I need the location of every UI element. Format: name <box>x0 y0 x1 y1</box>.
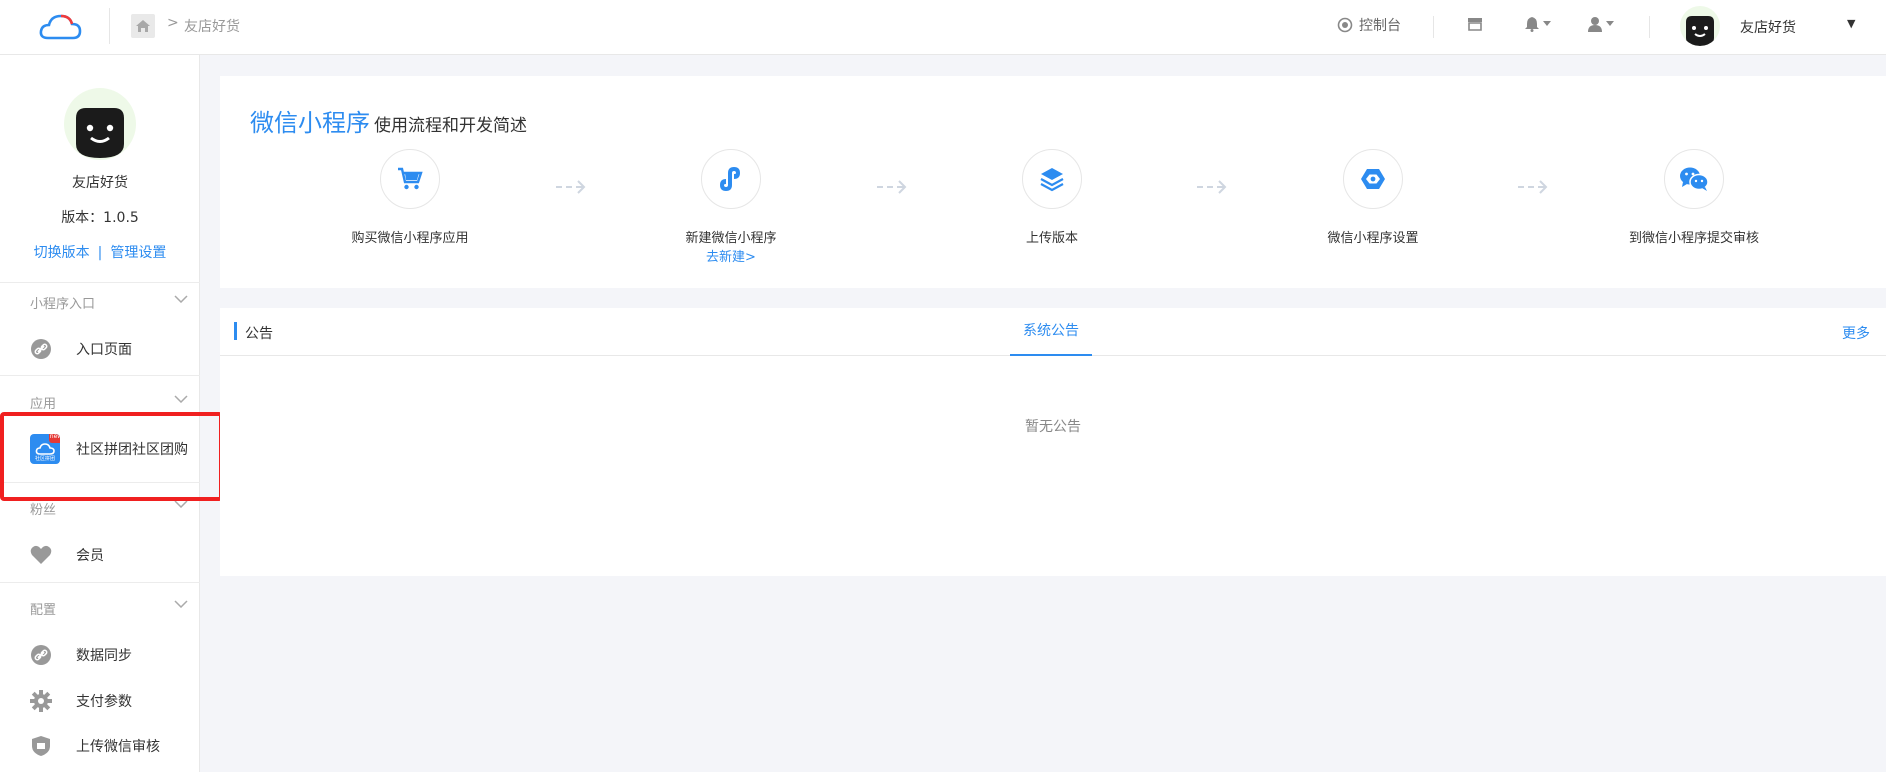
caret-down-icon[interactable]: ▼ <box>1847 17 1855 30</box>
app-title: 友店好货 <box>72 175 128 191</box>
more-link[interactable]: 更多 <box>1842 323 1870 343</box>
sidebar-item-label: 入口页面 <box>76 342 132 358</box>
arrow-right-icon <box>1518 180 1548 194</box>
target-icon <box>1337 17 1353 33</box>
sidebar-item-entry-page[interactable]: 入口页面 <box>30 335 132 363</box>
heart-icon <box>30 544 52 566</box>
section-fans[interactable]: 粉丝 <box>30 499 56 518</box>
step-create[interactable]: 新建微信小程序 去新建> <box>631 149 831 265</box>
notice-title: 公告 <box>245 326 273 342</box>
intro-title-main: 微信小程序 <box>250 109 370 137</box>
section-config[interactable]: 配置 <box>30 599 56 618</box>
settings-hex-icon <box>1361 169 1385 189</box>
notification-button[interactable] <box>1524 16 1551 32</box>
chevron-down-icon[interactable] <box>174 500 188 508</box>
sidebar-item-label: 支付参数 <box>76 694 132 710</box>
store-button[interactable] <box>1467 16 1483 32</box>
section-apps[interactable]: 应用 <box>30 393 56 412</box>
console-label: 控制台 <box>1359 18 1401 34</box>
sidebar-item-data-sync[interactable]: 数据同步 <box>30 641 132 669</box>
step-label: 新建微信小程序 <box>685 231 777 246</box>
layers-icon <box>1040 168 1064 192</box>
step-label: 购买微信小程序应用 <box>351 231 469 246</box>
cloud-logo-icon[interactable] <box>38 10 84 44</box>
console-link[interactable]: 控制台 <box>1337 15 1401 35</box>
user-menu-button[interactable] <box>1587 16 1614 32</box>
notice-header: 公告 系统公告 更多 <box>220 308 1886 356</box>
step-label: 上传版本 <box>1025 231 1078 246</box>
link-icon <box>30 338 52 360</box>
sidebar-item-upload-wechat-review[interactable]: 上传微信审核 <box>30 732 160 760</box>
avatar[interactable] <box>1680 6 1720 46</box>
intro-title-sub: 使用流程和开发简述 <box>374 116 527 136</box>
highlight-box <box>0 412 223 501</box>
link-icon <box>30 644 52 666</box>
step-upload[interactable]: 上传版本 <box>952 149 1152 246</box>
divider <box>0 282 200 283</box>
link-separator: | <box>97 245 103 261</box>
intro-title: 微信小程序 使用流程和开发简述 <box>250 103 527 138</box>
divider <box>1433 16 1434 38</box>
top-bar: > 友店好货 控制台 友店好货 ▼ <box>0 0 1886 55</box>
divider <box>0 375 200 376</box>
sidebar-item-label: 会员 <box>76 548 104 564</box>
caret-down-icon <box>1543 21 1551 26</box>
chevron-down-icon[interactable] <box>174 395 188 403</box>
miniprogram-icon <box>720 167 740 191</box>
step-submit-review[interactable]: 到微信小程序提交审核 <box>1594 149 1794 246</box>
sidebar-links: 切换版本 | 管理设置 <box>0 242 200 262</box>
user-name[interactable]: 友店好货 <box>1740 17 1796 37</box>
breadcrumb-current[interactable]: 友店好货 <box>184 16 240 36</box>
notice-card: 公告 系统公告 更多 暂无公告 <box>220 308 1886 576</box>
shield-icon <box>30 735 52 757</box>
sidebar-item-label: 数据同步 <box>76 648 132 664</box>
caret-down-icon <box>1606 21 1614 26</box>
arrow-right-icon <box>556 180 586 194</box>
chevron-down-icon[interactable] <box>174 295 188 303</box>
section-miniprogram-entry[interactable]: 小程序入口 <box>30 293 95 312</box>
avatar-face-icon <box>76 108 124 158</box>
cart-icon <box>398 167 423 190</box>
user-icon <box>1588 17 1602 32</box>
step-label: 微信小程序设置 <box>1327 231 1419 246</box>
tab-system-notice[interactable]: 系统公告 <box>1010 308 1092 356</box>
intro-card: 微信小程序 使用流程和开发简述 购买微信小程序应用 新建微信小程序 去新建> 上… <box>220 76 1886 288</box>
arrow-right-icon <box>877 180 907 194</box>
sidebar-item-members[interactable]: 会员 <box>30 541 104 569</box>
gear-icon <box>30 690 52 712</box>
sidebar-item-label: 上传微信审核 <box>76 739 160 755</box>
divider <box>1649 16 1650 38</box>
chevron-right-icon: > <box>167 15 179 31</box>
create-new-link[interactable]: 去新建> <box>631 246 831 265</box>
step-settings[interactable]: 微信小程序设置 <box>1273 149 1473 246</box>
bell-icon <box>1525 17 1539 32</box>
notice-accent-bar <box>234 322 237 340</box>
divider <box>109 8 110 44</box>
manage-settings-link[interactable]: 管理设置 <box>110 245 166 261</box>
empty-state: 暂无公告 <box>1025 419 1081 435</box>
app-avatar <box>64 88 136 160</box>
app-version: 版本：1.0.5 <box>61 210 139 226</box>
step-buy[interactable]: 购买微信小程序应用 <box>310 149 510 246</box>
wechat-icon <box>1680 167 1709 191</box>
home-button[interactable] <box>131 14 155 38</box>
divider <box>0 582 200 583</box>
avatar-face-icon <box>1686 16 1714 46</box>
store-icon <box>1468 18 1482 31</box>
arrow-right-icon <box>1197 180 1227 194</box>
switch-version-link[interactable]: 切换版本 <box>34 245 90 261</box>
step-label: 到微信小程序提交审核 <box>1628 231 1759 246</box>
sidebar-item-payment-params[interactable]: 支付参数 <box>30 687 132 715</box>
chevron-down-icon[interactable] <box>174 600 188 608</box>
home-icon <box>136 20 150 32</box>
